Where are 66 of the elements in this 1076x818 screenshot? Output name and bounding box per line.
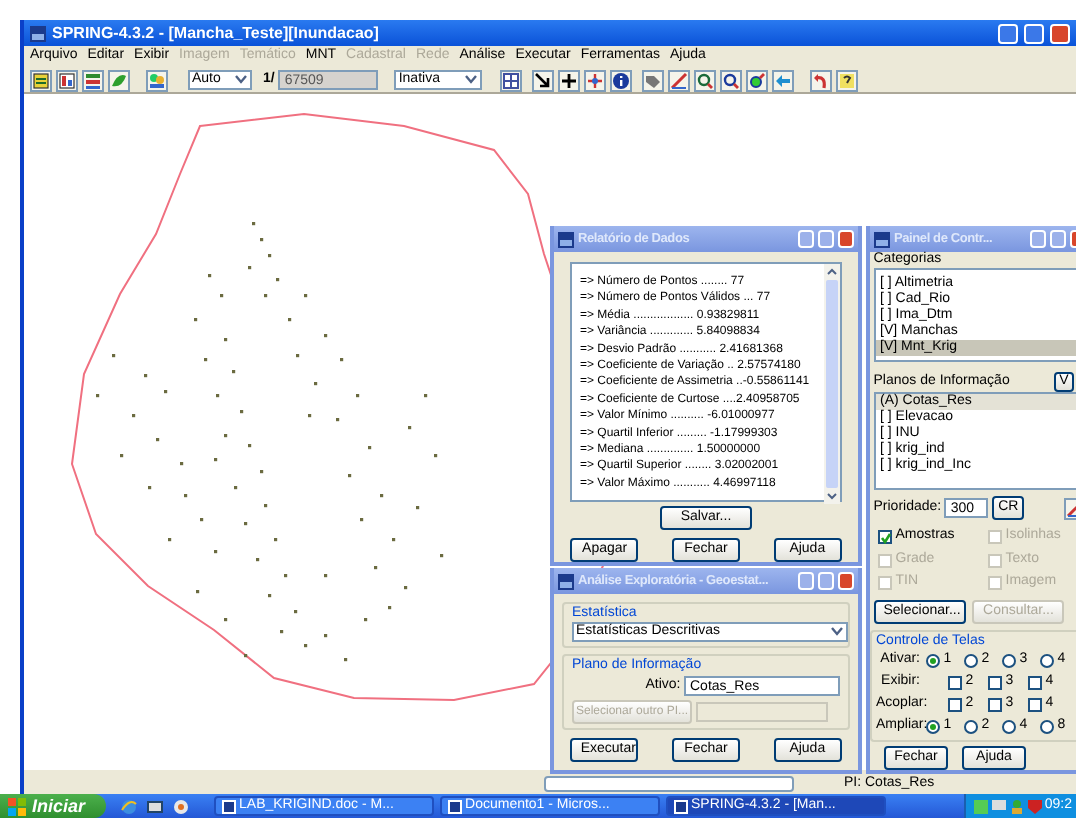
network-icon (974, 799, 989, 813)
pencil-icon (670, 71, 689, 89)
toolbar-button[interactable] (694, 69, 717, 91)
toolbar-button[interactable] (558, 69, 581, 91)
leaf-icon (110, 71, 128, 89)
arrow-icon (534, 71, 553, 89)
document-icon (673, 799, 688, 813)
minimize-button[interactable] (998, 23, 1018, 43)
toolbar-button[interactable] (836, 69, 859, 91)
radio-button[interactable] (1002, 719, 1016, 734)
maximize-button[interactable] (1024, 23, 1044, 43)
checkbox[interactable] (878, 530, 892, 545)
app-icon (558, 231, 574, 247)
checkbox[interactable] (988, 697, 1002, 712)
zoom-out-icon (722, 71, 741, 89)
app-icon (30, 25, 46, 41)
document-icon (221, 799, 236, 813)
close-button[interactable] (838, 572, 854, 590)
chart-icon (58, 71, 76, 89)
radio-button[interactable] (926, 719, 940, 734)
checkbox[interactable] (1028, 697, 1042, 712)
media-icon (171, 797, 190, 815)
quick-launch-button[interactable] (143, 795, 166, 817)
checkbox[interactable] (948, 697, 962, 712)
quick-launch-button[interactable] (118, 795, 141, 817)
help-icon (838, 71, 857, 89)
radio-button[interactable] (1040, 653, 1054, 668)
stack-icon (84, 71, 102, 89)
toolbar-button[interactable] (746, 69, 769, 91)
checkbox[interactable] (948, 675, 962, 690)
plus-icon (560, 71, 579, 89)
toolbar-button[interactable] (532, 69, 555, 91)
move-icon (586, 71, 605, 89)
radio-button[interactable] (964, 653, 978, 668)
tag-icon (644, 71, 663, 89)
radio-button[interactable] (1040, 719, 1054, 734)
radio-button[interactable] (926, 653, 940, 668)
windows-logo-icon (8, 797, 26, 815)
document-icon (447, 799, 462, 813)
app-icon (558, 573, 574, 589)
quick-launch-button[interactable] (169, 795, 192, 817)
toolbar-button[interactable] (500, 69, 523, 91)
radio-button[interactable] (964, 719, 978, 734)
checkbox[interactable] (1028, 675, 1042, 690)
back-arrow-icon (774, 71, 793, 89)
grid-icon (502, 71, 521, 89)
app-icon (874, 231, 890, 247)
info-icon (612, 71, 631, 89)
monitor-icon (992, 799, 1007, 813)
radio-button[interactable] (1002, 653, 1016, 668)
undo-icon (812, 71, 831, 89)
toolbar-button[interactable] (720, 69, 743, 91)
desktop-icon (145, 797, 164, 815)
shield-icon (1027, 799, 1042, 813)
close-button[interactable] (838, 230, 854, 248)
window-title: SPRING-4.3.2 - [Mancha_Teste][Inundacao] (52, 23, 381, 43)
close-button[interactable] (1050, 23, 1070, 43)
plan-field (695, 701, 828, 722)
toolbar-button[interactable] (610, 69, 633, 91)
zoom-in-icon (696, 71, 715, 89)
person-icon (1009, 799, 1024, 813)
layers-icon (32, 71, 50, 89)
browser-icon (120, 797, 139, 815)
people-icon (148, 71, 166, 89)
checkbox[interactable] (988, 675, 1002, 690)
zoom-fit-icon (748, 71, 767, 89)
